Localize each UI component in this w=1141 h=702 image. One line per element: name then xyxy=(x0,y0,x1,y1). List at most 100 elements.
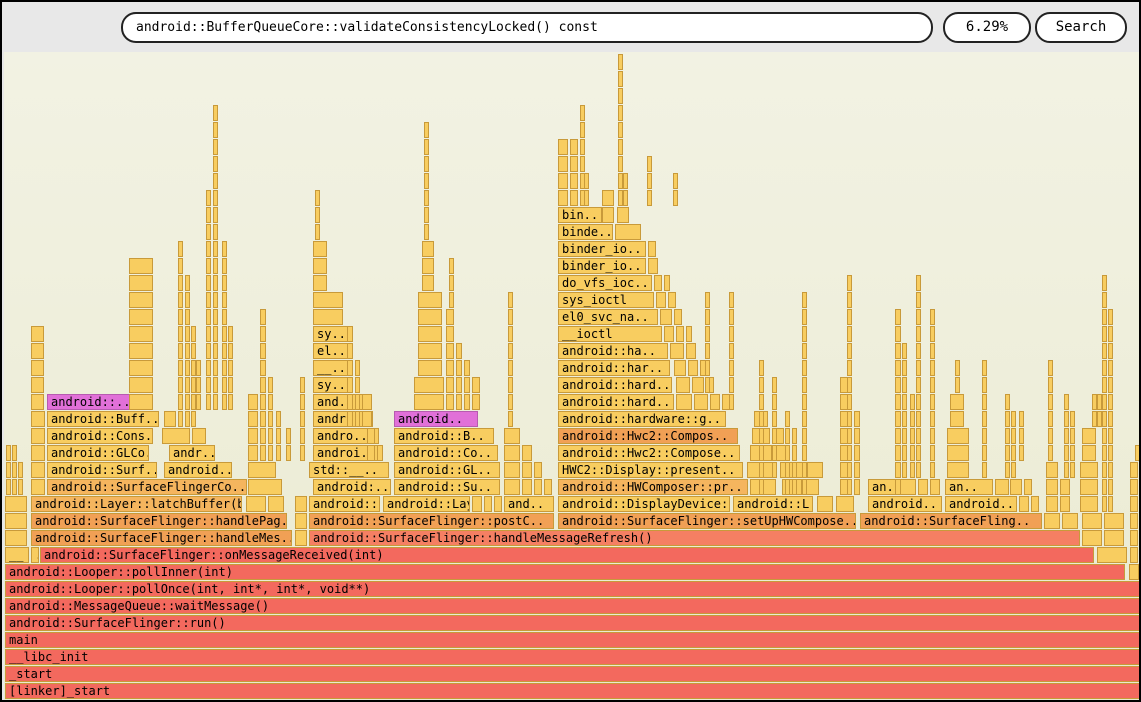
flame-frame-small[interactable] xyxy=(910,428,915,444)
flame-frame[interactable]: android::GLCo.. xyxy=(47,445,149,461)
flame-frame-small[interactable] xyxy=(185,411,190,427)
flame-frame[interactable]: android::hardware::g.. xyxy=(558,411,726,427)
flame-frame-small[interactable] xyxy=(1048,360,1053,376)
flame-frame[interactable]: android::.. xyxy=(309,496,380,512)
flame-frame-small[interactable] xyxy=(1060,479,1070,495)
flame-frame-small[interactable] xyxy=(729,360,734,376)
flame-frame-small[interactable] xyxy=(300,377,305,393)
flame-frame-small[interactable] xyxy=(1048,428,1053,444)
flame-frame-small[interactable] xyxy=(570,156,578,172)
flame-frame-small[interactable] xyxy=(191,326,196,342)
flame-frame-small[interactable] xyxy=(694,394,708,410)
flame-frame-small[interactable] xyxy=(785,411,790,427)
flame-frame-small[interactable] xyxy=(982,360,987,376)
search-button[interactable]: Search xyxy=(1035,12,1127,43)
flame-frame-small[interactable] xyxy=(213,156,218,172)
flame-frame[interactable]: android::Cons.. xyxy=(47,428,153,444)
flame-frame-small[interactable] xyxy=(982,377,987,393)
flame-frame-small[interactable] xyxy=(802,326,807,342)
flame-frame-small[interactable] xyxy=(276,411,281,427)
flame-frame-small[interactable] xyxy=(916,292,921,308)
flame-frame-small[interactable] xyxy=(260,411,266,427)
flame-frame-small[interactable] xyxy=(1130,530,1138,546)
flame-frame-small[interactable] xyxy=(418,343,442,359)
flame-frame-small[interactable] xyxy=(31,343,44,359)
flame-frame-small[interactable] xyxy=(670,343,684,359)
flame-frame-small[interactable] xyxy=(355,394,360,410)
flame-frame-small[interactable] xyxy=(213,258,218,274)
flame-frame[interactable]: android::har.. xyxy=(558,360,670,376)
flame-frame-small[interactable] xyxy=(508,326,513,342)
flame-frame[interactable]: android::HWComposer::pr.. xyxy=(558,479,748,495)
flame-frame-small[interactable] xyxy=(206,207,211,223)
flame-frame-small[interactable] xyxy=(508,309,513,325)
flame-frame-small[interactable] xyxy=(295,496,307,512)
flame-frame-small[interactable] xyxy=(1082,428,1096,444)
flame-frame-small[interactable] xyxy=(930,377,935,393)
flame-frame-small[interactable] xyxy=(1130,513,1138,529)
flame-frame-small[interactable] xyxy=(802,411,807,427)
flame-frame-small[interactable] xyxy=(558,190,568,206)
flame-frame-small[interactable] xyxy=(5,496,27,512)
flame-frame-small[interactable] xyxy=(580,105,585,121)
flame-frame-small[interactable] xyxy=(1129,564,1139,580)
flame-frame-small[interactable] xyxy=(422,275,434,291)
flame-frame[interactable]: an.. xyxy=(945,479,993,495)
flame-frame-small[interactable] xyxy=(1130,547,1138,563)
flame-frame-small[interactable] xyxy=(222,292,227,308)
flame-frame-small[interactable] xyxy=(647,156,652,172)
flame-frame-small[interactable] xyxy=(472,496,482,512)
flame-frame-small[interactable] xyxy=(1102,394,1107,410)
flame-frame-small[interactable] xyxy=(178,309,183,325)
flame-frame-small[interactable] xyxy=(618,105,623,121)
flame-frame-small[interactable] xyxy=(178,241,183,257)
flame-frame-small[interactable] xyxy=(268,394,273,410)
flame-frame-small[interactable] xyxy=(31,326,44,342)
flame-frame-small[interactable] xyxy=(248,445,258,461)
flame-frame-small[interactable] xyxy=(805,479,819,495)
flame-frame-small[interactable] xyxy=(916,326,921,342)
flame-frame-small[interactable] xyxy=(206,309,211,325)
flame-frame-small[interactable] xyxy=(534,462,542,478)
flame-frame-small[interactable] xyxy=(1048,377,1053,393)
flame-frame-small[interactable] xyxy=(347,411,353,427)
flame-frame-small[interactable] xyxy=(456,343,462,359)
flame-frame-small[interactable] xyxy=(1064,394,1069,410)
flame-frame-small[interactable] xyxy=(558,156,568,172)
flame-frame-small[interactable] xyxy=(1024,479,1032,495)
flame-frame-small[interactable] xyxy=(1005,411,1010,427)
flame-frame-small[interactable] xyxy=(1080,496,1098,512)
flame-frame-small[interactable] xyxy=(185,360,190,376)
flame-frame-small[interactable] xyxy=(916,377,921,393)
flame-frame-small[interactable] xyxy=(1010,479,1022,495)
flame-frame-small[interactable] xyxy=(729,309,734,325)
flame-frame-small[interactable] xyxy=(802,479,807,495)
flame-frame-small[interactable] xyxy=(1070,462,1075,478)
flame-frame-small[interactable] xyxy=(192,428,206,444)
flame-frame-small[interactable] xyxy=(807,462,823,478)
flame-frame-small[interactable] xyxy=(313,275,327,291)
flame-frame[interactable]: android::DisplayDevice:.. xyxy=(558,496,730,512)
flame-frame-small[interactable] xyxy=(268,377,273,393)
flame-frame-small[interactable] xyxy=(508,343,513,359)
flame-frame-small[interactable] xyxy=(206,377,211,393)
flame-frame-small[interactable] xyxy=(982,411,987,427)
flame-frame-small[interactable] xyxy=(1108,309,1113,325)
flame-frame-small[interactable] xyxy=(729,343,734,359)
flame-frame-small[interactable] xyxy=(213,394,218,410)
flame-frame-small[interactable] xyxy=(1097,547,1127,563)
flame-frame-small[interactable] xyxy=(456,360,462,376)
flame-frame-small[interactable] xyxy=(1011,462,1016,478)
flame-frame-small[interactable] xyxy=(446,309,454,325)
flame-frame-small[interactable] xyxy=(422,258,434,274)
flame-frame[interactable]: android::SurfaceFlingerCo.. xyxy=(47,479,247,495)
flame-frame-small[interactable] xyxy=(446,343,454,359)
flame-frame-small[interactable] xyxy=(759,411,764,427)
flame-frame-small[interactable] xyxy=(1108,360,1113,376)
flame-frame-small[interactable] xyxy=(930,479,940,495)
flame-frame-small[interactable] xyxy=(12,479,17,495)
flame-frame-small[interactable] xyxy=(286,428,291,444)
flame-frame-small[interactable] xyxy=(6,462,11,478)
flame-frame-small[interactable] xyxy=(213,377,218,393)
flame-frame-small[interactable] xyxy=(648,258,658,274)
